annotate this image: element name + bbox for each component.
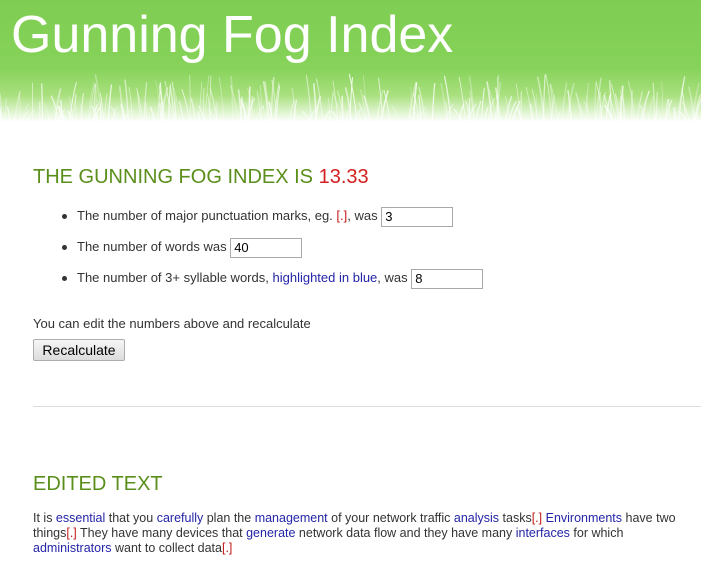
grass-blade [431, 82, 436, 122]
grass-blade [41, 83, 44, 122]
text-segment: They have many devices that [76, 526, 247, 540]
grass-blade [675, 111, 678, 122]
grass-blade [301, 110, 311, 122]
grass-blade [128, 86, 134, 122]
metric-punctuation: The number of major punctuation marks, e… [61, 205, 483, 236]
grass-blade [515, 83, 521, 122]
complex-word: management [254, 511, 328, 525]
complex-word: Environments [545, 511, 623, 525]
punctuation-mark: [.] [221, 541, 233, 555]
complex-word: analysis [453, 511, 500, 525]
punctuation-count-input[interactable] [381, 206, 454, 227]
grass-blade [391, 104, 400, 122]
section-divider [33, 406, 701, 407]
grass-blade [103, 93, 108, 122]
grass-blade [481, 87, 485, 122]
metric-syllables-label: The number of 3+ syllable words, [77, 270, 269, 285]
grass-blade [475, 100, 482, 122]
complex-word: essential [55, 511, 106, 525]
grass-blade [190, 98, 197, 122]
text-segment: for which [569, 526, 624, 540]
punctuation-mark-sample: [.] [336, 208, 348, 223]
metric-syllables: The number of 3+ syllable words, highlig… [61, 267, 484, 298]
highlight-sample: highlighted in blue [272, 270, 378, 285]
grass-blade [328, 97, 331, 122]
punctuation-mark: [.] [531, 511, 543, 525]
grass-blade [189, 75, 191, 122]
grass-blade [149, 106, 156, 122]
recalculate-button[interactable]: Recalculate [33, 339, 125, 361]
edited-text-heading: EDITED TEXT [33, 473, 163, 495]
grass-blade [145, 102, 148, 122]
grass-blade [545, 73, 553, 122]
edit-note: You can edit the numbers above and recal… [33, 316, 311, 331]
grass-blade [511, 107, 518, 122]
text-segment: of your network traffic [327, 511, 454, 525]
grass-blade [107, 84, 113, 122]
grass-blade [458, 103, 465, 122]
grass-blade [262, 105, 266, 122]
grass-blade [655, 91, 659, 122]
grass-blade [380, 90, 389, 122]
grass-blade [6, 106, 11, 122]
grass-blade [668, 99, 671, 122]
grass-blade [305, 75, 312, 122]
grass-blade [584, 82, 590, 122]
metric-punctuation-label: The number of major punctuation marks, e… [77, 208, 333, 223]
grass-blade [43, 103, 51, 122]
complex-word: interfaces [515, 526, 570, 540]
metrics-list: The number of major punctuation marks, e… [33, 205, 484, 298]
grass-blade [440, 83, 447, 122]
word-count-input[interactable] [230, 237, 303, 258]
complex-word: administrators [33, 541, 112, 555]
grass-blade [647, 94, 655, 122]
fog-index-heading-label: THE GUNNING FOG INDEX IS [33, 166, 314, 188]
page-title: Gunning Fog Index [11, 6, 454, 64]
grass-blade [593, 82, 597, 122]
metric-syllables-suffix: , was [377, 270, 408, 285]
text-segment: network data flow and they have many [295, 526, 516, 540]
text-segment: It is [33, 511, 56, 525]
fog-index-heading: THE GUNNING FOG INDEX IS 13.33 [33, 166, 369, 189]
grass-blade [561, 82, 568, 122]
text-segment: tasks [499, 511, 532, 525]
grass-blade [358, 110, 361, 122]
grass-blade [483, 107, 489, 122]
edited-text-body: It is essential that you carefully plan … [33, 511, 697, 556]
grass-blade [199, 81, 203, 122]
grass-blade [178, 100, 185, 122]
grass-blade [230, 75, 234, 122]
header-banner: Gunning Fog Index [0, 0, 701, 122]
grass-blade [346, 110, 349, 122]
grass-blade [4, 97, 7, 122]
complex-word-count-input[interactable] [411, 268, 484, 289]
metric-words: The number of words was [61, 236, 483, 267]
grass-blade [80, 92, 84, 122]
fog-index-score: 13.33 [318, 166, 369, 188]
grass-blade [218, 76, 225, 122]
text-segment: want to collect data [111, 541, 222, 555]
text-segment: that you [105, 511, 157, 525]
grass-blade [330, 91, 334, 122]
grass-blade [159, 102, 162, 122]
grass-blade [323, 110, 331, 122]
grass-blade [652, 82, 656, 122]
grass-blade [420, 110, 424, 122]
grass-blade [197, 111, 200, 122]
grass-decoration [0, 73, 701, 122]
grass-blade [18, 92, 21, 122]
metric-punctuation-suffix: , was [347, 208, 378, 223]
complex-word: carefully [156, 511, 204, 525]
metric-words-label: The number of words was [77, 239, 227, 254]
punctuation-mark: [.] [66, 526, 77, 540]
text-segment: plan the [203, 511, 255, 525]
grass-blade [661, 81, 664, 122]
complex-word: generate [246, 526, 296, 540]
